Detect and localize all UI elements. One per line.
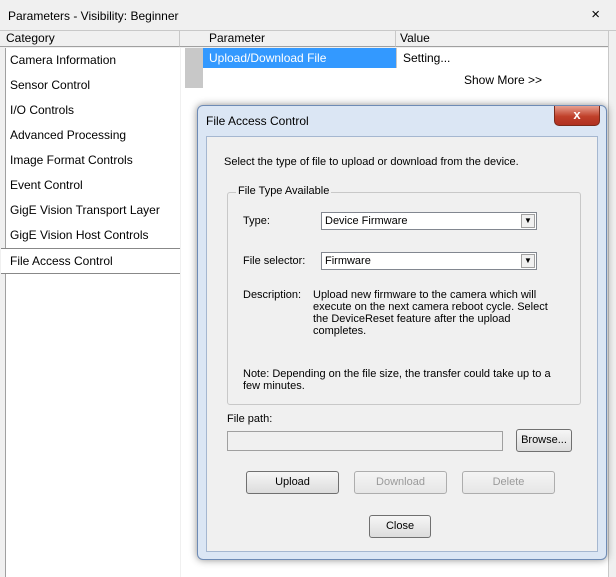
panel-close-icon[interactable]: × xyxy=(591,6,600,23)
download-button[interactable]: Download xyxy=(354,471,447,494)
file-selector-label: File selector: xyxy=(243,255,306,267)
category-item-gige-transport-layer[interactable]: GigE Vision Transport Layer xyxy=(6,198,180,223)
file-selector-dropdown[interactable]: Firmware ▼ xyxy=(321,252,537,270)
transfer-note: Note: Depending on the file size, the tr… xyxy=(243,368,551,392)
type-dropdown-value: Device Firmware xyxy=(325,215,408,227)
chevron-down-icon[interactable]: ▼ xyxy=(521,254,535,268)
file-path-input[interactable] xyxy=(227,431,503,451)
description-label: Description: xyxy=(243,289,302,301)
group-title: File Type Available xyxy=(236,185,332,197)
panel-right-border xyxy=(608,31,616,577)
file-path-label: File path: xyxy=(227,413,273,425)
column-header-value[interactable]: Value xyxy=(396,31,608,47)
browse-button[interactable]: Browse... xyxy=(516,429,572,452)
category-item-image-format-controls[interactable]: Image Format Controls xyxy=(6,148,180,173)
type-label: Type: xyxy=(243,215,270,227)
category-item-io-controls[interactable]: I/O Controls xyxy=(6,98,180,123)
category-list: Camera Information Sensor Control I/O Co… xyxy=(1,48,180,577)
dialog-body: Select the type of file to upload or dow… xyxy=(206,136,598,552)
row-gutter xyxy=(185,48,203,88)
show-more-link[interactable]: Show More >> xyxy=(464,73,542,87)
upload-button[interactable]: Upload xyxy=(246,471,339,494)
column-header-parameter[interactable]: Parameter xyxy=(180,31,396,47)
chevron-down-icon[interactable]: ▼ xyxy=(521,214,535,228)
category-item-advanced-processing[interactable]: Advanced Processing xyxy=(6,123,180,148)
type-dropdown[interactable]: Device Firmware ▼ xyxy=(321,212,537,230)
file-access-dialog: File Access Control x Select the type of… xyxy=(197,105,607,560)
column-header-category[interactable]: Category xyxy=(0,31,180,47)
category-item-sensor-control[interactable]: Sensor Control xyxy=(6,73,180,98)
category-item-gige-host-controls[interactable]: GigE Vision Host Controls xyxy=(6,223,180,248)
dialog-intro-text: Select the type of file to upload or dow… xyxy=(224,156,519,168)
category-item-event-control[interactable]: Event Control xyxy=(6,173,180,198)
category-item-camera-information[interactable]: Camera Information xyxy=(6,48,180,73)
panel-title: Parameters - Visibility: Beginner xyxy=(8,9,179,23)
parameter-value-cell[interactable]: Setting... xyxy=(396,48,608,68)
dialog-close-icon[interactable]: x xyxy=(554,106,600,126)
close-button[interactable]: Close xyxy=(369,515,431,538)
category-item-file-access-control[interactable]: File Access Control xyxy=(1,248,180,274)
file-type-group: File Type Available Type: Device Firmwar… xyxy=(227,185,581,405)
file-selector-value: Firmware xyxy=(325,255,371,267)
dialog-title: File Access Control xyxy=(206,114,309,128)
parameter-name-cell[interactable]: Upload/Download File xyxy=(203,48,396,68)
delete-button[interactable]: Delete xyxy=(462,471,555,494)
panel-titlebar: Parameters - Visibility: Beginner × xyxy=(0,0,616,31)
description-text: Upload new firmware to the camera which … xyxy=(313,289,548,337)
